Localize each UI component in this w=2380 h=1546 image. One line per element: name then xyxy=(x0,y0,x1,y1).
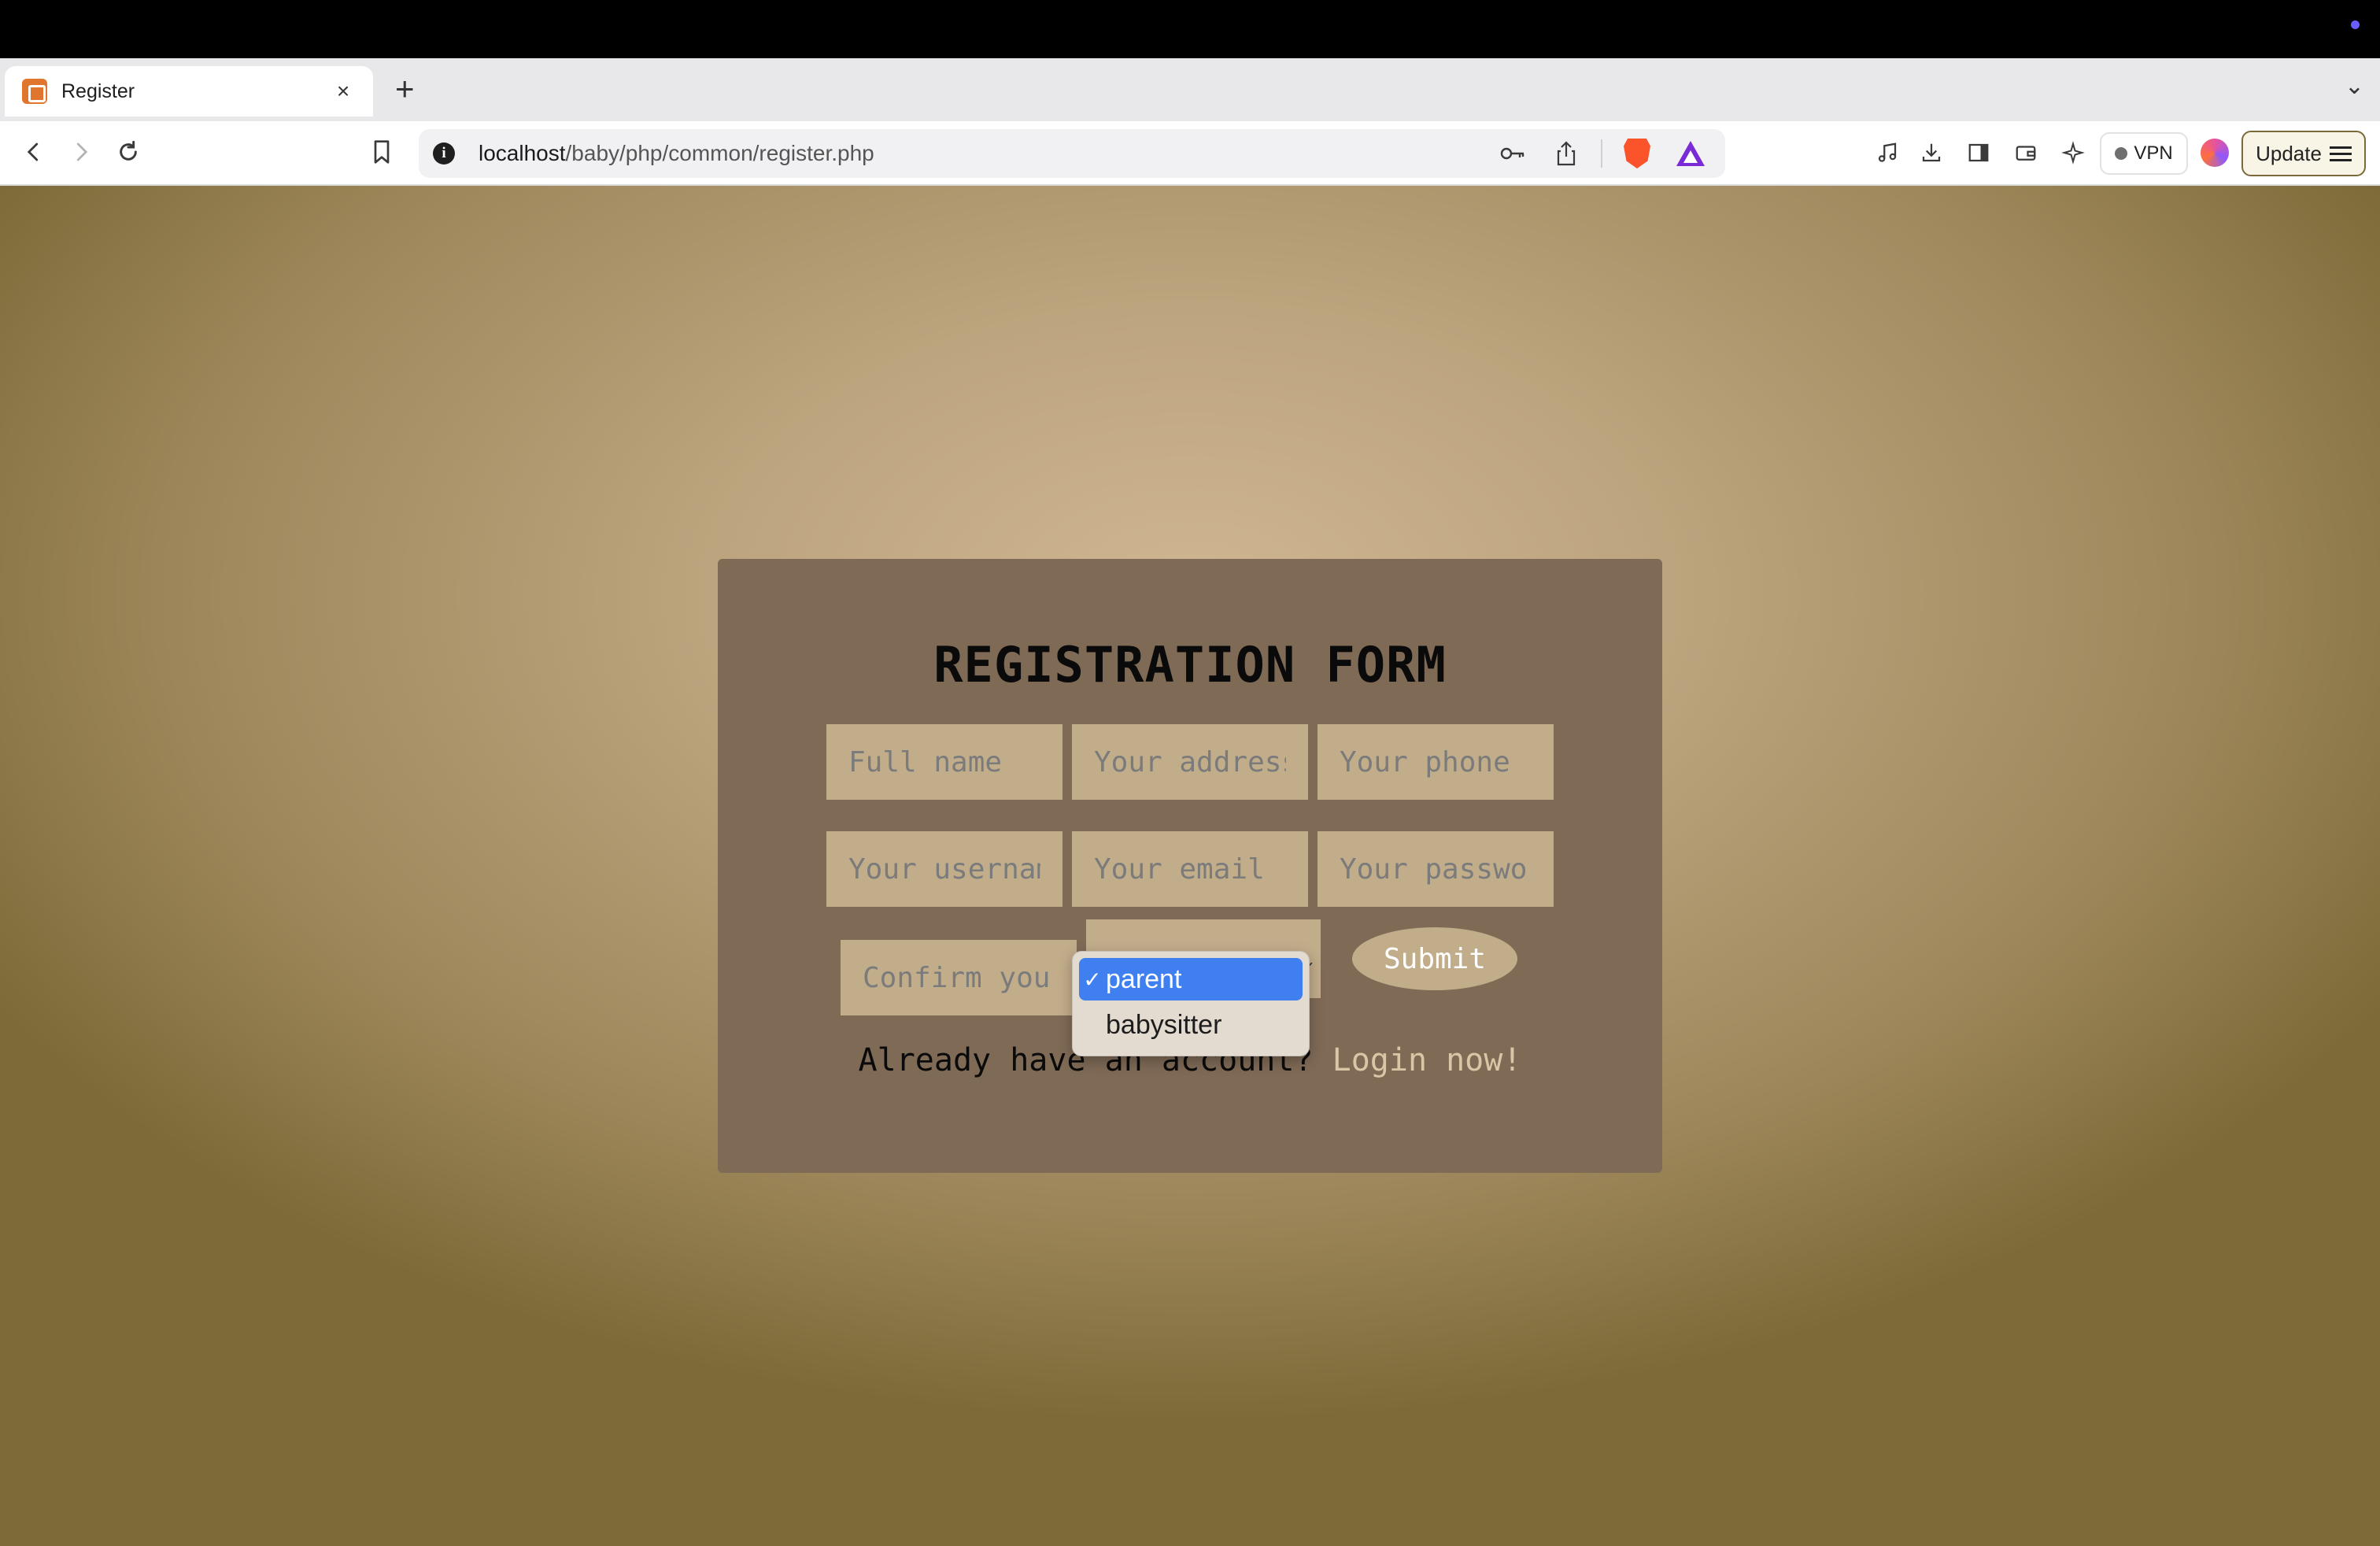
username-input[interactable] xyxy=(826,831,1062,907)
brave-rewards-icon[interactable] xyxy=(1672,135,1709,172)
close-tab-icon[interactable]: × xyxy=(331,79,356,104)
address-input[interactable] xyxy=(1072,724,1308,800)
password-input[interactable] xyxy=(1318,831,1554,907)
update-label: Update xyxy=(2256,141,2322,165)
downloads-icon[interactable] xyxy=(1913,134,1950,172)
brave-shields-icon[interactable] xyxy=(1618,135,1656,172)
tab-title: Register xyxy=(61,80,135,102)
vpn-status-icon xyxy=(2115,147,2128,160)
share-icon[interactable] xyxy=(1547,135,1585,172)
full-name-input[interactable] xyxy=(826,724,1062,800)
browser-toolbar: i localhost/baby/php/common/register.php… xyxy=(0,121,2380,186)
login-now-link[interactable]: Login now! xyxy=(1332,1042,1522,1078)
address-bar[interactable]: i localhost/baby/php/common/register.php xyxy=(419,129,1725,178)
forward-button[interactable] xyxy=(63,134,99,170)
back-button[interactable] xyxy=(16,134,52,170)
registration-form-card: REGISTRATION FORM ⌄ Submit Already have … xyxy=(718,559,1662,1173)
vpn-label: VPN xyxy=(2134,142,2173,164)
role-option-label: parent xyxy=(1106,963,1182,994)
wallet-icon[interactable] xyxy=(2007,134,2045,172)
vpn-button[interactable]: VPN xyxy=(2100,132,2188,175)
confirm-password-input[interactable] xyxy=(841,940,1077,1015)
forward-arrow-icon xyxy=(76,142,88,161)
leo-ai-sparkle-icon[interactable] xyxy=(2054,134,2092,172)
tab-strip: Register × + ⌄ xyxy=(0,58,2380,121)
bookmark-icon xyxy=(374,140,390,164)
password-key-icon[interactable] xyxy=(1494,135,1532,172)
role-option-parent[interactable]: ✓ parent xyxy=(1079,958,1303,1000)
reload-icon xyxy=(120,140,137,161)
update-menu-button[interactable]: Update xyxy=(2241,131,2366,176)
media-music-icon[interactable] xyxy=(1868,134,1906,172)
page-background: REGISTRATION FORM ⌄ Submit Already have … xyxy=(0,186,2380,1546)
form-title: REGISTRATION FORM xyxy=(933,636,1447,693)
status-dot-icon xyxy=(2351,20,2360,29)
phone-input[interactable] xyxy=(1318,724,1554,800)
url-separator xyxy=(1601,139,1602,168)
role-option-babysitter[interactable]: babysitter xyxy=(1079,1004,1303,1046)
submit-button[interactable]: Submit xyxy=(1352,927,1517,990)
profile-avatar[interactable] xyxy=(2201,139,2229,167)
site-info-icon[interactable]: i xyxy=(433,142,455,165)
email-input[interactable] xyxy=(1072,831,1308,907)
checkmark-icon: ✓ xyxy=(1083,967,1102,992)
back-arrow-icon xyxy=(27,142,39,161)
new-tab-icon[interactable]: + xyxy=(395,72,415,105)
sidebar-toggle-icon[interactable] xyxy=(1960,134,1998,172)
tab-register[interactable]: Register × xyxy=(5,66,373,117)
hamburger-menu-icon xyxy=(2329,146,2352,161)
role-dropdown-menu: ✓ parent babysitter xyxy=(1072,951,1310,1056)
os-menu-bar xyxy=(0,0,2380,58)
reload-button[interactable] xyxy=(110,134,146,170)
tab-list-chevron-icon[interactable]: ⌄ xyxy=(2345,72,2364,100)
bookmark-button[interactable] xyxy=(364,134,400,170)
url-text[interactable]: localhost/baby/php/common/register.php xyxy=(479,141,1494,166)
xampp-favicon-icon xyxy=(22,79,47,104)
role-option-label: babysitter xyxy=(1106,1009,1222,1040)
